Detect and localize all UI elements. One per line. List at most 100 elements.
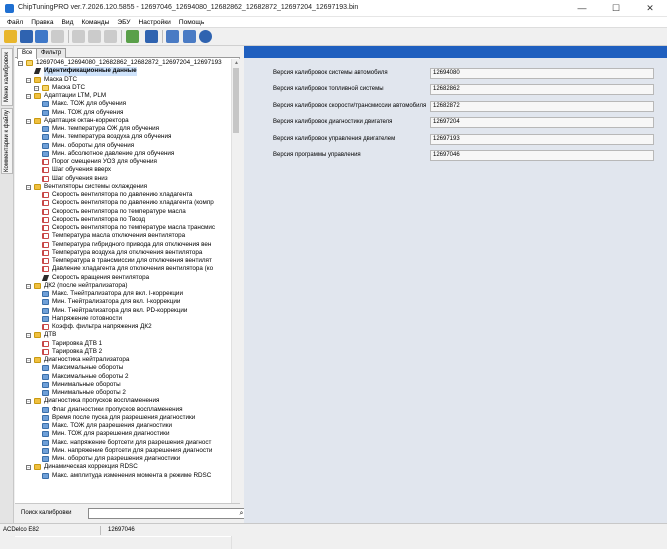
tree-item[interactable]: Коэфф. фильтра напряжения ДК2 xyxy=(15,323,231,331)
expand-toggle-icon[interactable]: − xyxy=(26,333,31,339)
tree-item[interactable]: Напряжение готовности xyxy=(15,315,231,323)
menu-edit[interactable]: Правка xyxy=(27,17,57,27)
property-value-field[interactable]: 12682862 xyxy=(430,84,654,96)
tree-scrollbar[interactable]: ▲ xyxy=(231,59,240,549)
property-value-field[interactable]: 12682872 xyxy=(430,100,654,112)
menu-settings[interactable]: Настройки xyxy=(134,17,174,27)
tree-item[interactable]: − ДК2 (после нейтрализатора) xyxy=(15,282,231,290)
tree-item[interactable]: Порог смещения УОЗ для обучения xyxy=(15,158,231,166)
expand-toggle-icon[interactable]: − xyxy=(18,61,23,66)
tree-item[interactable]: Тарировка ДТВ 1 xyxy=(15,340,231,348)
expand-toggle-icon[interactable]: − xyxy=(26,77,31,83)
tree-item[interactable]: Мин. ТОЖ для обучения xyxy=(15,109,231,117)
tree-item[interactable]: Скорость вентилятора по давлению хладаге… xyxy=(15,199,231,207)
menu-commands[interactable]: Команды xyxy=(77,17,113,27)
tree-item[interactable]: Мин. обороты для разрешения диагностики xyxy=(15,455,231,463)
tree-item[interactable]: − Диагностика пропусков воспламенения xyxy=(15,397,231,405)
tree-item-label: Тарировка ДТВ 1 xyxy=(52,339,103,347)
tree-item[interactable]: Мин. обороты для обучения xyxy=(15,142,231,150)
tree-item[interactable]: Температура в трансмиссии для отключения… xyxy=(15,257,231,265)
tree-item[interactable]: Мин. температура воздуха для обучения xyxy=(15,133,231,141)
search-input[interactable] xyxy=(88,508,250,519)
tree-item[interactable]: − Адаптации LTM, PLM xyxy=(15,92,231,100)
tree-item[interactable]: Мин. Тнейтрализатора для вкл. I-коррекци… xyxy=(15,298,231,306)
tree-item[interactable]: Шаг обучения вверх xyxy=(15,166,231,174)
paste-icon[interactable] xyxy=(88,30,101,43)
tree-item[interactable]: − ДТВ xyxy=(15,331,231,339)
save-as-icon[interactable] xyxy=(35,30,48,43)
tree-item[interactable]: Тарировка ДТВ 2 xyxy=(15,348,231,356)
tree-item[interactable]: − 12697046_12694080_12682862_12682872_126… xyxy=(15,59,231,67)
property-value-field[interactable]: 12694080 xyxy=(430,68,654,79)
scroll-up-icon[interactable]: ▲ xyxy=(232,59,241,67)
copy-icon[interactable] xyxy=(72,30,85,43)
minimize-button[interactable]: — xyxy=(565,0,599,17)
expand-toggle-icon[interactable]: − xyxy=(26,465,31,471)
tree-item[interactable]: Температура гибридного привода для отклю… xyxy=(15,241,231,249)
tree-item[interactable]: − Адаптация октан-корректора xyxy=(15,117,231,125)
tree-item[interactable]: Мин. ТОЖ для разрешения диагностики xyxy=(15,430,231,438)
tab-calibration-menu[interactable]: Меню калибровок xyxy=(1,48,13,106)
expand-toggle-icon[interactable]: − xyxy=(26,184,31,190)
property-value-field[interactable]: 12697204 xyxy=(430,117,654,129)
expand-toggle-icon[interactable]: − xyxy=(26,94,31,99)
tree-item[interactable]: Мин. абсолютное давление для обучения xyxy=(15,150,231,158)
tree-item[interactable]: − Маска DTC xyxy=(15,76,231,84)
connect-icon[interactable] xyxy=(166,30,179,43)
expand-toggle-icon[interactable]: − xyxy=(26,358,31,363)
tree-item[interactable]: Скорость вентилятора по температуре масл… xyxy=(15,208,231,216)
tree-item[interactable]: − Диагностика нейтрализатора xyxy=(15,356,231,364)
close-button[interactable]: ✕ xyxy=(633,0,667,17)
menu-file[interactable]: Файл xyxy=(3,17,27,27)
tree-item[interactable]: Время после пуска для разрешения диагнос… xyxy=(15,414,231,422)
tree-item[interactable]: Флаг диагностики пропусков воспламенения xyxy=(15,406,231,414)
tree-item[interactable]: Мин. Тнейтрализатора для вкл. PD-коррекц… xyxy=(15,307,231,315)
tree-item[interactable]: Макс. Тнейтрализатора для вкл. I-коррекц… xyxy=(15,290,231,298)
tree-item[interactable]: Давление хладагента для отключения венти… xyxy=(15,265,231,273)
tree-item[interactable]: Макс. ТОЖ для разрешения диагностики xyxy=(15,422,231,430)
tree-item[interactable]: Минимальные обороты 2 xyxy=(15,389,231,397)
tree-item[interactable]: Максимальные обороты 2 xyxy=(15,373,231,381)
tab-file-comments[interactable]: Комментарии к файлу xyxy=(1,108,13,174)
expand-toggle-icon[interactable]: − xyxy=(26,399,31,405)
tab-all[interactable]: Все xyxy=(17,48,38,59)
menu-ecu[interactable]: ЭБУ xyxy=(113,17,134,27)
menu-help[interactable]: Помощь xyxy=(175,17,208,27)
tree-item[interactable]: Идентификационные данные xyxy=(15,67,231,76)
compare-icon[interactable] xyxy=(51,30,64,43)
expand-toggle-icon[interactable]: − xyxy=(26,118,31,124)
expand-toggle-icon[interactable]: − xyxy=(26,283,31,289)
tree-item[interactable]: − Вентиляторы системы охлаждения xyxy=(15,183,231,191)
tab-filter[interactable]: Фильтр xyxy=(36,48,67,58)
tree-item[interactable]: Макс. амплитуда изменения момента в режи… xyxy=(15,472,231,480)
menu-view[interactable]: Вид xyxy=(58,17,78,27)
tree-item[interactable]: Макс. ТОЖ для обучения xyxy=(15,100,231,108)
tree-item[interactable]: Мин. напряжение бортсети для разрешения … xyxy=(15,447,231,455)
search-icon[interactable] xyxy=(183,30,196,43)
tree-item[interactable]: Скорость вентилятора по давлению хладаге… xyxy=(15,191,231,199)
tree-item[interactable]: Температура масла отключения вентилятора xyxy=(15,232,231,240)
tree-item[interactable]: − Динамическая коррекция RDSC xyxy=(15,463,231,471)
tree-item-label: Минимальные обороты xyxy=(52,380,121,388)
tree-item[interactable]: Минимальные обороты xyxy=(15,381,231,389)
property-value-field[interactable]: 12697046 xyxy=(430,150,654,161)
checksum-icon[interactable] xyxy=(126,30,139,43)
diamond-icon[interactable] xyxy=(145,30,158,43)
scrollbar-thumb[interactable] xyxy=(233,68,239,133)
maximize-button[interactable]: ☐ xyxy=(599,0,633,17)
tree-item[interactable]: − Маска DTC xyxy=(15,84,231,92)
open-folder-icon[interactable] xyxy=(4,30,17,43)
tree-item[interactable]: Температура воздуха для отключения венти… xyxy=(15,249,231,257)
property-value-field[interactable]: 12697193 xyxy=(430,133,654,145)
tree-item[interactable]: Скорость вращения вентилятора xyxy=(15,274,231,282)
tree-item[interactable]: Скорость вентилятора по температуре масл… xyxy=(15,224,231,232)
undo-icon[interactable] xyxy=(104,30,117,43)
tree-item[interactable]: Мин. температура ОЖ для обучения xyxy=(15,125,231,133)
tree-item[interactable]: Максимальные обороты xyxy=(15,364,231,372)
expand-toggle-icon[interactable]: − xyxy=(34,85,39,91)
tree-item[interactable]: Макс. напряжение бортсети для разрешения… xyxy=(15,439,231,447)
save-icon[interactable] xyxy=(20,30,33,43)
help-icon[interactable] xyxy=(199,30,212,43)
tree-item[interactable]: Шаг обучения вниз xyxy=(15,175,231,183)
tree-item[interactable]: Скорость вентилятора по Твозд xyxy=(15,216,231,224)
